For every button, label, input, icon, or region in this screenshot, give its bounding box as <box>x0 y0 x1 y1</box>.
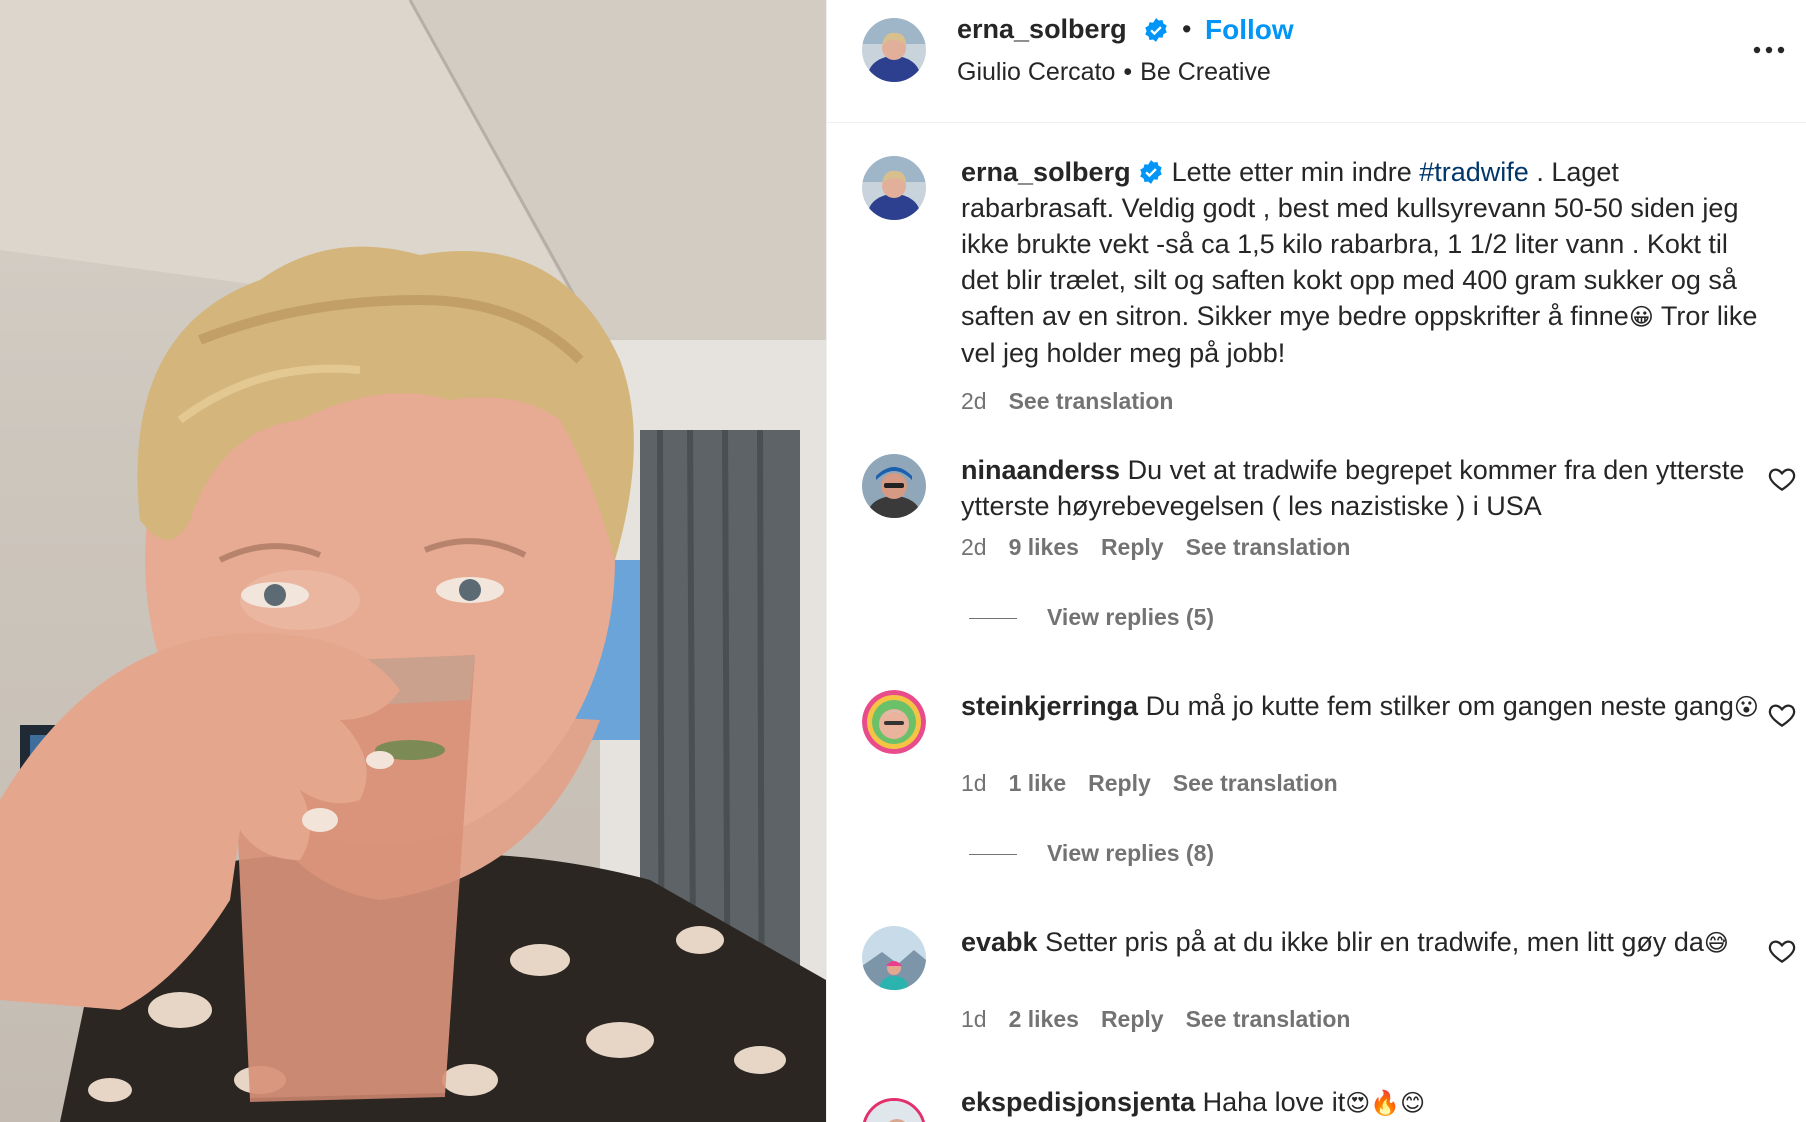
comment-timestamp[interactable]: 2d <box>961 534 987 560</box>
comment-username[interactable]: steinkjerringa <box>961 691 1138 721</box>
view-replies-button[interactable]: View replies (5) <box>969 604 1214 631</box>
caption-body-start: Lette etter min indre <box>1171 157 1420 187</box>
comment-text: evabk Setter pris på at du ikke blir en … <box>961 924 1761 961</box>
reply-button[interactable]: Reply <box>1101 534 1164 560</box>
post-side-panel: erna_solberg • Follow Giulio Cercato • Be … <box>826 0 1806 1122</box>
comment-username[interactable]: ekspedisjonsjenta <box>961 1087 1195 1117</box>
grinning-emoji: 😀 <box>1628 303 1654 331</box>
see-translation-button[interactable]: See translation <box>1186 534 1351 560</box>
comment-meta: 1d 2 likes Reply See translation <box>961 1006 1372 1033</box>
divider-line <box>969 854 1017 856</box>
audio-attribution[interactable]: Giulio Cercato • Be Creative <box>957 58 1271 87</box>
comment-username[interactable]: evabk <box>961 927 1038 957</box>
comment-meta: 2d 9 likes Reply See translation <box>961 534 1372 561</box>
comment-text: ninaanderss Du vet at tradwife begrepet … <box>961 452 1761 524</box>
comment-text: steinkjerringa Du må jo kutte fem stilke… <box>961 688 1761 725</box>
post-media[interactable] <box>0 0 826 1122</box>
see-translation-button[interactable]: See translation <box>1173 770 1338 796</box>
view-replies-button[interactable]: View replies (8) <box>969 840 1214 867</box>
caption-text: erna_solberg Lette etter min indre #trad… <box>961 154 1761 371</box>
comment-username[interactable]: ninaanderss <box>961 455 1120 485</box>
heart-icon[interactable] <box>1767 936 1797 966</box>
caption-meta: 2d See translation <box>961 388 1195 415</box>
divider-line <box>969 618 1017 620</box>
video-frame <box>0 0 826 1122</box>
hashtag-link[interactable]: #tradwife <box>1419 157 1529 187</box>
commenter-avatar[interactable] <box>862 1098 926 1122</box>
heart-icon[interactable] <box>1767 700 1797 730</box>
commenter-avatar[interactable] <box>862 926 926 990</box>
see-translation-button[interactable]: See translation <box>1186 1006 1351 1032</box>
reply-button[interactable]: Reply <box>1101 1006 1164 1032</box>
separator-dot: • <box>1182 14 1192 44</box>
comment-timestamp[interactable]: 1d <box>961 770 987 796</box>
caption-timestamp[interactable]: 2d <box>961 388 987 414</box>
more-options-icon[interactable] <box>1749 30 1789 70</box>
heart-icon[interactable] <box>1767 464 1797 494</box>
verified-badge-icon <box>1145 18 1167 42</box>
author-username[interactable]: erna_solberg <box>957 14 1127 45</box>
caption-username[interactable]: erna_solberg <box>961 157 1131 187</box>
verified-badge-icon <box>1140 160 1162 184</box>
comment-body: Du må jo kutte fem stilker om gangen nes… <box>1145 691 1734 721</box>
likes-count[interactable]: 9 likes <box>1009 534 1079 560</box>
view-replies-label[interactable]: View replies (5) <box>1047 604 1214 630</box>
likes-count[interactable]: 2 likes <box>1009 1006 1079 1032</box>
audio-title[interactable]: Be Creative <box>1140 58 1271 86</box>
surprised-emoji: 😮 <box>1733 693 1759 721</box>
sweat-smile-emoji: 😅 <box>1703 929 1729 957</box>
follow-button[interactable]: Follow <box>1205 14 1294 46</box>
comment-timestamp[interactable]: 1d <box>961 1006 987 1032</box>
heart-eyes-fire-emoji: 😍🔥😊 <box>1345 1089 1426 1117</box>
author-avatar[interactable] <box>862 18 926 82</box>
audio-artist[interactable]: Giulio Cercato <box>957 58 1115 86</box>
author-avatar[interactable] <box>862 156 926 220</box>
comment-meta: 1d 1 like Reply See translation <box>961 770 1360 797</box>
post-header: erna_solberg • Follow Giulio Cercato • Be … <box>827 0 1806 123</box>
likes-count[interactable]: 1 like <box>1009 770 1067 796</box>
view-replies-label[interactable]: View replies (8) <box>1047 840 1214 866</box>
commenter-avatar[interactable] <box>862 690 926 754</box>
reply-button[interactable]: Reply <box>1088 770 1151 796</box>
see-translation-button[interactable]: See translation <box>1009 388 1174 414</box>
comment-body: Haha love it <box>1202 1087 1346 1117</box>
comment-body: Setter pris på at du ikke blir en tradwi… <box>1045 927 1704 957</box>
comment-text: ekspedisjonsjenta Haha love it😍🔥😊 <box>961 1084 1761 1121</box>
comments-list[interactable]: erna_solberg Lette etter min indre #trad… <box>827 124 1806 1122</box>
separator-dot: • <box>1123 58 1133 86</box>
commenter-avatar[interactable] <box>862 454 926 518</box>
